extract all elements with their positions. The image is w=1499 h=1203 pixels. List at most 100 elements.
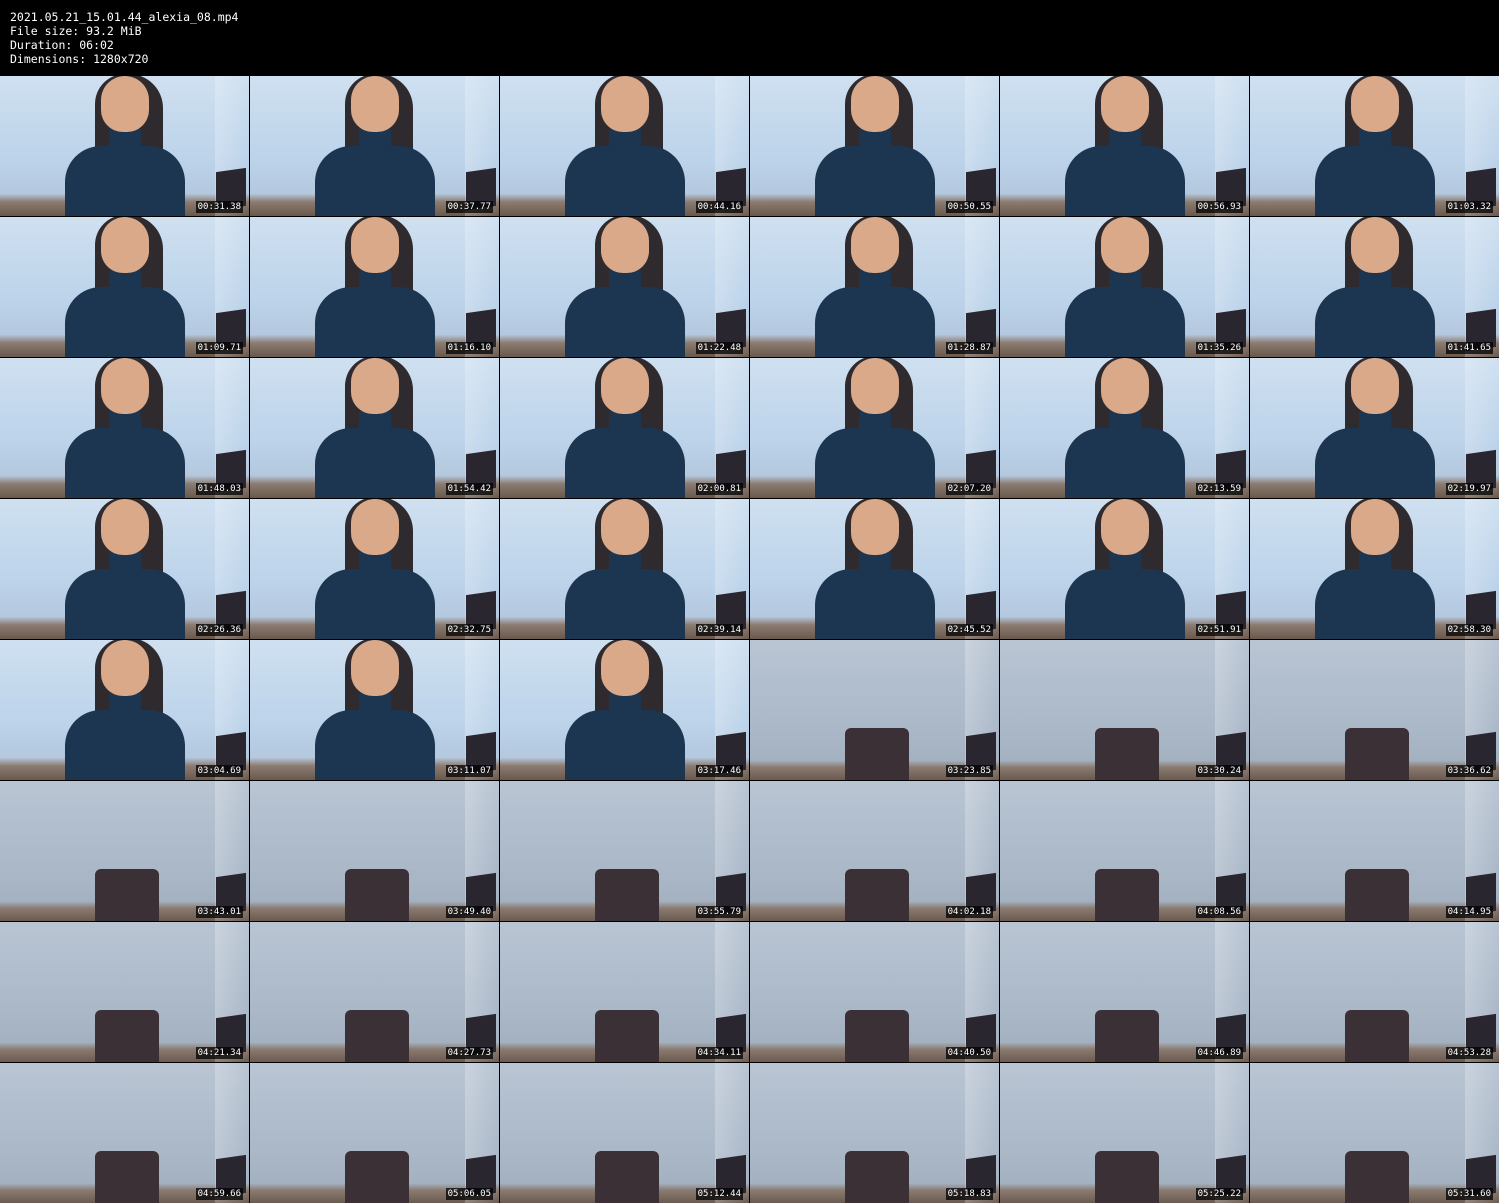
- video-thumbnail[interactable]: 05:25.22: [1000, 1063, 1249, 1203]
- video-thumbnail[interactable]: 02:00.81: [500, 358, 749, 498]
- video-thumbnail[interactable]: 02:45.52: [750, 499, 999, 639]
- video-thumbnail[interactable]: 03:30.24: [1000, 640, 1249, 780]
- thumbnail-timestamp: 01:03.32: [1445, 201, 1493, 213]
- figure-head: [1100, 358, 1149, 414]
- thumbnail-timestamp: 01:35.26: [1195, 342, 1243, 354]
- thumbnail-timestamp: 02:58.30: [1445, 624, 1493, 636]
- video-thumbnail[interactable]: 02:13.59: [1000, 358, 1249, 498]
- empty-chair: [94, 1151, 159, 1203]
- video-thumbnail[interactable]: 04:40.50: [750, 922, 999, 1062]
- thumbnail-timestamp: 05:12.44: [695, 1188, 743, 1200]
- video-thumbnail[interactable]: 02:51.91: [1000, 499, 1249, 639]
- empty-chair: [594, 1151, 659, 1203]
- figure-head: [350, 640, 399, 696]
- thumbnail-timestamp: 04:21.34: [195, 1047, 243, 1059]
- empty-chair: [1344, 869, 1409, 921]
- video-thumbnail[interactable]: 00:44.16: [500, 76, 749, 216]
- figure-body: [564, 428, 685, 498]
- video-thumbnail[interactable]: 03:55.79: [500, 781, 749, 921]
- video-thumbnail[interactable]: 02:32.75: [250, 499, 499, 639]
- empty-chair: [1344, 728, 1409, 780]
- thumbnail-timestamp: 02:07.20: [945, 483, 993, 495]
- figure-head: [350, 76, 399, 132]
- figure-body: [564, 146, 685, 216]
- video-thumbnail[interactable]: 02:07.20: [750, 358, 999, 498]
- thumbnail-timestamp: 02:19.97: [1445, 483, 1493, 495]
- empty-chair: [94, 1010, 159, 1062]
- video-thumbnail[interactable]: 01:22.48: [500, 217, 749, 357]
- thumbnail-timestamp: 05:31.60: [1445, 1188, 1493, 1200]
- video-thumbnail[interactable]: 04:14.95: [1250, 781, 1499, 921]
- video-thumbnail[interactable]: 00:37.77: [250, 76, 499, 216]
- video-thumbnail[interactable]: 04:21.34: [0, 922, 249, 1062]
- figure-head: [350, 358, 399, 414]
- video-thumbnail[interactable]: 05:12.44: [500, 1063, 749, 1203]
- thumbnail-timestamp: 01:54.42: [445, 483, 493, 495]
- video-thumbnail[interactable]: 01:41.65: [1250, 217, 1499, 357]
- video-thumbnail[interactable]: 04:08.56: [1000, 781, 1249, 921]
- video-thumbnail[interactable]: 05:18.83: [750, 1063, 999, 1203]
- thumbnail-timestamp: 02:39.14: [695, 624, 743, 636]
- video-thumbnail[interactable]: 00:31.38: [0, 76, 249, 216]
- person-figure: [814, 499, 935, 639]
- video-thumbnail[interactable]: 01:28.87: [750, 217, 999, 357]
- file-name: 2021.05.21_15.01.44_alexia_08.mp4: [10, 10, 239, 24]
- figure-body: [64, 428, 185, 498]
- video-thumbnail[interactable]: 04:53.28: [1250, 922, 1499, 1062]
- video-thumbnail[interactable]: 01:16.10: [250, 217, 499, 357]
- figure-head: [100, 217, 149, 273]
- video-thumbnail[interactable]: 03:17.46: [500, 640, 749, 780]
- empty-chair: [1344, 1010, 1409, 1062]
- thumbnail-timestamp: 04:34.11: [695, 1047, 743, 1059]
- video-thumbnail[interactable]: 03:36.62: [1250, 640, 1499, 780]
- person-figure: [64, 640, 185, 780]
- video-thumbnail[interactable]: 05:31.60: [1250, 1063, 1499, 1203]
- video-thumbnail[interactable]: 01:54.42: [250, 358, 499, 498]
- file-duration: Duration: 06:02: [10, 38, 114, 52]
- video-thumbnail[interactable]: 02:19.97: [1250, 358, 1499, 498]
- thumbnail-timestamp: 03:43.01: [195, 906, 243, 918]
- figure-body: [1314, 287, 1435, 357]
- person-figure: [1064, 76, 1185, 216]
- video-thumbnail[interactable]: 03:23.85: [750, 640, 999, 780]
- figure-head: [1350, 76, 1399, 132]
- thumbnail-grid: 00:31.38 00:37.77 00:44.16 00:50.55 00:56.93…: [0, 76, 1499, 1203]
- video-thumbnail[interactable]: 00:56.93: [1000, 76, 1249, 216]
- person-figure: [64, 217, 185, 357]
- video-thumbnail[interactable]: 03:49.40: [250, 781, 499, 921]
- video-thumbnail[interactable]: 01:48.03: [0, 358, 249, 498]
- video-thumbnail[interactable]: 02:58.30: [1250, 499, 1499, 639]
- video-thumbnail[interactable]: 03:04.69: [0, 640, 249, 780]
- video-thumbnail[interactable]: 02:26.36: [0, 499, 249, 639]
- figure-body: [814, 569, 935, 639]
- video-thumbnail[interactable]: 04:59.66: [0, 1063, 249, 1203]
- thumbnail-timestamp: 05:25.22: [1195, 1188, 1243, 1200]
- thumbnail-timestamp: 04:53.28: [1445, 1047, 1493, 1059]
- thumbnail-timestamp: 00:56.93: [1195, 201, 1243, 213]
- video-thumbnail[interactable]: 01:35.26: [1000, 217, 1249, 357]
- video-thumbnail[interactable]: 03:43.01: [0, 781, 249, 921]
- figure-body: [1314, 569, 1435, 639]
- person-figure: [564, 76, 685, 216]
- video-thumbnail[interactable]: 01:03.32: [1250, 76, 1499, 216]
- person-figure: [1314, 76, 1435, 216]
- thumbnail-timestamp: 02:51.91: [1195, 624, 1243, 636]
- figure-head: [600, 358, 649, 414]
- figure-body: [314, 428, 435, 498]
- empty-chair: [344, 869, 409, 921]
- figure-head: [1100, 76, 1149, 132]
- video-thumbnail[interactable]: 04:46.89: [1000, 922, 1249, 1062]
- video-thumbnail[interactable]: 03:11.07: [250, 640, 499, 780]
- video-thumbnail[interactable]: 04:27.73: [250, 922, 499, 1062]
- person-figure: [64, 76, 185, 216]
- video-thumbnail[interactable]: 02:39.14: [500, 499, 749, 639]
- thumbnail-timestamp: 03:23.85: [945, 765, 993, 777]
- person-figure: [314, 640, 435, 780]
- video-thumbnail[interactable]: 05:06.05: [250, 1063, 499, 1203]
- video-thumbnail[interactable]: 00:50.55: [750, 76, 999, 216]
- person-figure: [564, 217, 685, 357]
- video-thumbnail[interactable]: 04:34.11: [500, 922, 749, 1062]
- video-thumbnail[interactable]: 01:09.71: [0, 217, 249, 357]
- thumbnail-timestamp: 03:11.07: [445, 765, 493, 777]
- video-thumbnail[interactable]: 04:02.18: [750, 781, 999, 921]
